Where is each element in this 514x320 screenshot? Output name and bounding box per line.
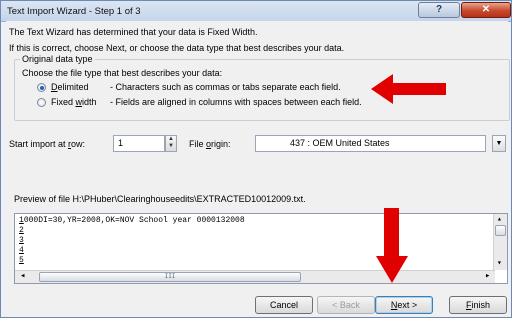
scroll-left-icon[interactable]: ◂ [20,271,25,281]
data-preview-pane[interactable]: 1000DI=30,YR=2008,OK=NOV School year 000… [14,213,508,284]
preview-row: 1000DI=30,YR=2008,OK=NOV School year 000… [19,216,245,225]
start-row-spinner[interactable]: ▲ ▼ [165,135,177,152]
preview-row: 5 [19,256,24,265]
fixed-width-label[interactable]: Fixed width [51,97,97,107]
vertical-scroll-thumb[interactable] [495,225,506,236]
preview-row: 3 [19,236,24,245]
preview-label: Preview of file H:\PHuber\Clearinghousee… [14,194,306,204]
scroll-right-icon[interactable]: ▸ [485,271,490,281]
horizontal-scroll-thumb[interactable]: III [39,272,301,282]
close-button[interactable]: ✕ [461,2,511,18]
cancel-button[interactable]: Cancel [255,296,313,314]
scroll-down-icon[interactable]: ▾ [497,258,502,268]
next-button[interactable]: Next > [375,296,433,314]
scroll-up-icon[interactable]: ▴ [497,214,502,224]
preview-row: 2 [19,226,24,235]
window-title: Text Import Wizard - Step 1 of 3 [7,6,141,17]
intro-line-2: If this is correct, choose Next, or choo… [9,43,345,53]
wizard-body: The Text Wizard has determined that your… [6,21,510,316]
chevron-down-icon[interactable]: ▼ [492,135,506,152]
delimited-label[interactable]: Delimited [51,82,89,92]
spin-up-icon[interactable]: ▲ [166,136,176,143]
delimited-description: - Characters such as commas or tabs sepa… [110,82,341,92]
start-import-row-input[interactable]: 1 [113,135,165,152]
delimited-radio[interactable] [37,83,46,92]
file-type-prompt: Choose the file type that best describes… [22,68,223,78]
finish-button[interactable]: Finish [449,296,507,314]
vertical-scrollbar[interactable]: ▴ ▾ [493,214,507,270]
original-data-type-group: Original data type Choose the file type … [14,54,510,121]
preview-row: 4 [19,246,24,255]
fixed-width-radio[interactable] [37,98,46,107]
text-import-wizard-dialog: Text Import Wizard - Step 1 of 3 ? ✕ The… [0,0,512,318]
horizontal-scrollbar[interactable]: ◂ III ▸ [15,270,495,283]
group-title: Original data type [20,54,95,64]
file-origin-label: File origin: [189,139,231,149]
file-origin-select[interactable]: 437 : OEM United States [255,135,486,152]
spin-down-icon[interactable]: ▼ [166,143,176,150]
fixed-width-description: - Fields are aligned in columns with spa… [110,97,362,107]
start-import-label: Start import at row: [9,139,86,149]
back-button[interactable]: < Back [317,296,375,314]
title-bar[interactable]: Text Import Wizard - Step 1 of 3 ? ✕ [1,1,511,22]
intro-line-1: The Text Wizard has determined that your… [9,27,258,37]
help-button[interactable]: ? [418,2,460,18]
